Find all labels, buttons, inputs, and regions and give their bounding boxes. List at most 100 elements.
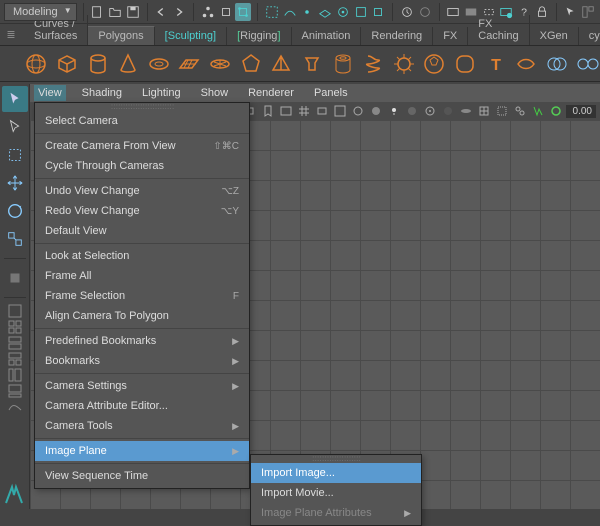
poly-helix-icon[interactable] (361, 51, 386, 77)
layout-graph-icon[interactable] (8, 400, 22, 414)
rotate-tool-icon[interactable] (2, 198, 28, 224)
undo-icon[interactable] (154, 3, 170, 21)
submenu-item[interactable]: Import Movie... (251, 483, 421, 503)
shelf-tab-sculpting[interactable]: Sculpting (155, 27, 227, 45)
poly-superellipse-icon[interactable] (453, 51, 478, 77)
isolate-icon[interactable] (422, 104, 437, 119)
menu-item[interactable]: Align Camera To Polygon (35, 306, 249, 326)
smooth-shade-icon[interactable] (368, 104, 383, 119)
menu-item[interactable]: Camera Attribute Editor... (35, 396, 249, 416)
last-tool-icon[interactable] (2, 265, 28, 291)
panel-menu-renderer[interactable]: Renderer (244, 85, 298, 101)
snap-toggle-icon[interactable] (370, 3, 386, 21)
select-hierarchy-icon[interactable] (200, 3, 216, 21)
snap-point-icon[interactable] (299, 3, 315, 21)
svg-import-icon[interactable] (514, 51, 539, 77)
gamma-icon[interactable] (548, 104, 563, 119)
bookmark-icon[interactable] (260, 104, 275, 119)
menu-item[interactable]: Select Camera (35, 111, 249, 131)
layout-three-icon[interactable] (8, 352, 22, 366)
poly-combine-icon[interactable] (545, 51, 570, 77)
shelf-collapse-icon[interactable]: ≣ (4, 23, 18, 45)
workspace-selector[interactable]: Modeling (4, 3, 77, 21)
shelf-tab-custom[interactable]: cy (579, 27, 600, 45)
lights-icon[interactable] (386, 104, 401, 119)
snap-grid-icon[interactable] (264, 3, 280, 21)
shelf-tab-fxcaching[interactable]: FX Caching (468, 15, 529, 45)
panel-menu-view[interactable]: View (34, 85, 66, 101)
lock-icon[interactable] (534, 3, 550, 21)
lasso-tool-icon[interactable] (2, 114, 28, 140)
paint-select-icon[interactable] (2, 142, 28, 168)
menu-item[interactable]: Default View (35, 221, 249, 241)
poly-pipe-icon[interactable] (330, 51, 355, 77)
shelf-tab-xgen[interactable]: XGen (530, 27, 579, 45)
menu-item[interactable]: Frame All (35, 266, 249, 286)
exposure-value[interactable]: 0.00 (566, 105, 596, 118)
poly-separate-icon[interactable] (575, 51, 600, 77)
poly-cone-icon[interactable] (116, 51, 141, 77)
gate-mask-icon[interactable] (332, 104, 347, 119)
poly-platonic-icon[interactable] (238, 51, 263, 77)
snap-curve-icon[interactable] (282, 3, 298, 21)
panel-select-icon[interactable] (563, 3, 579, 21)
menu-item[interactable]: Camera Tools▶ (35, 416, 249, 436)
select-component-icon[interactable] (235, 3, 251, 21)
new-scene-icon[interactable] (90, 3, 106, 21)
menu-item[interactable]: Predefined Bookmarks▶ (35, 331, 249, 351)
texture-icon[interactable] (476, 104, 491, 119)
save-scene-icon[interactable] (125, 3, 141, 21)
menu-item[interactable]: Create Camera From View⇧⌘C (35, 136, 249, 156)
menu-item[interactable]: Bookmarks▶ (35, 351, 249, 371)
move-tool-icon[interactable] (2, 170, 28, 196)
menu-item[interactable]: Look at Selection (35, 246, 249, 266)
poly-soccer-icon[interactable] (422, 51, 447, 77)
shelf-tab-rigging[interactable]: Rigging (227, 27, 291, 45)
image-plane-icon[interactable] (278, 104, 293, 119)
open-scene-icon[interactable] (107, 3, 123, 21)
menu-item[interactable]: Cycle Through Cameras (35, 156, 249, 176)
poly-disc-icon[interactable] (208, 51, 233, 77)
poly-cylinder-icon[interactable] (85, 51, 110, 77)
film-gate-icon[interactable] (314, 104, 329, 119)
panel-menu-lighting[interactable]: Lighting (138, 85, 185, 101)
motion-blur-icon[interactable] (458, 104, 473, 119)
menu-item[interactable]: View Sequence Time (35, 466, 249, 486)
panel-menu-shading[interactable]: Shading (78, 85, 126, 101)
snap-live-icon[interactable] (335, 3, 351, 21)
poly-torus-icon[interactable] (147, 51, 172, 77)
panel-menu-panels[interactable]: Panels (310, 85, 352, 101)
menu-item[interactable]: Redo View Change⌥Y (35, 201, 249, 221)
xray-joints-icon[interactable] (512, 104, 527, 119)
snap-plane-icon[interactable] (317, 3, 333, 21)
layout-two-h-icon[interactable] (8, 336, 22, 350)
poly-prism-icon[interactable] (300, 51, 325, 77)
history-off-icon[interactable] (417, 3, 433, 21)
snap-view-icon[interactable] (353, 3, 369, 21)
select-object-icon[interactable] (218, 3, 234, 21)
poly-plane-icon[interactable] (177, 51, 202, 77)
select-tool-icon[interactable] (2, 86, 28, 112)
grid-icon[interactable] (296, 104, 311, 119)
history-on-icon[interactable] (399, 3, 415, 21)
menu-item[interactable]: Frame SelectionF (35, 286, 249, 306)
layout-outliner-icon[interactable] (8, 368, 22, 382)
layout-single-icon[interactable] (8, 304, 22, 318)
redo-icon[interactable] (171, 3, 187, 21)
expose-icon[interactable] (530, 104, 545, 119)
layout-persp-icon[interactable] (8, 384, 22, 398)
poly-pyramid-icon[interactable] (269, 51, 294, 77)
ao-icon[interactable] (440, 104, 455, 119)
submenu-item[interactable]: Import Image... (251, 463, 421, 483)
scale-tool-icon[interactable] (2, 226, 28, 252)
panel-menu-show[interactable]: Show (197, 85, 233, 101)
menu-item[interactable]: Undo View Change⌥Z (35, 181, 249, 201)
panel-layout-icon[interactable] (580, 3, 596, 21)
poly-type-icon[interactable]: T (483, 51, 508, 77)
shelf-tab-rendering[interactable]: Rendering (361, 27, 433, 45)
render-icon[interactable] (445, 3, 461, 21)
wireframe-icon[interactable] (350, 104, 365, 119)
poly-cube-icon[interactable] (55, 51, 80, 77)
shadows-icon[interactable] (404, 104, 419, 119)
shelf-tab-fx[interactable]: FX (433, 27, 468, 45)
